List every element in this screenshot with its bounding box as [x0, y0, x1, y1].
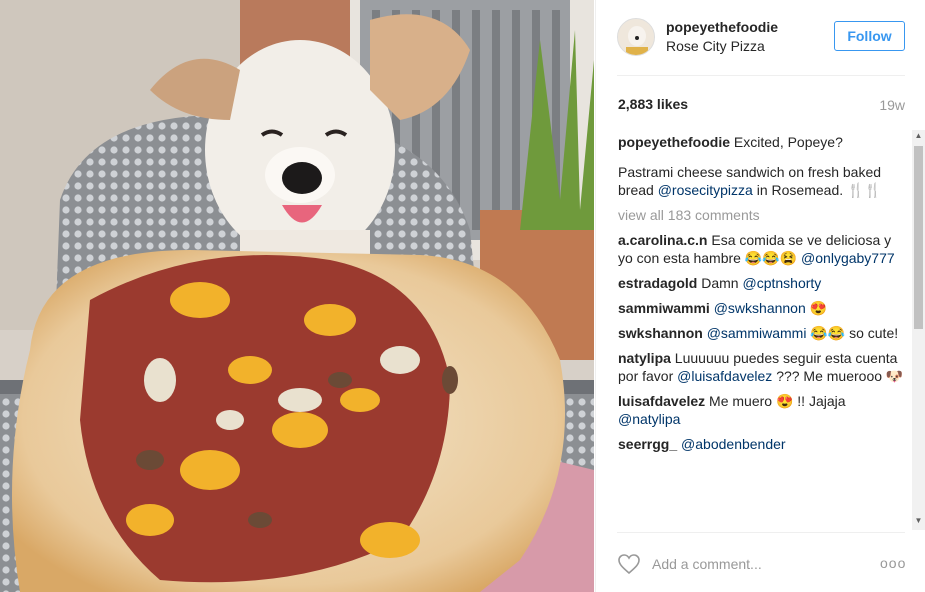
- comment-mention[interactable]: @onlygaby777: [801, 250, 895, 266]
- comment-mention[interactable]: @abodenbender: [681, 436, 786, 452]
- comment-mention[interactable]: @luisafdavelez: [677, 368, 772, 384]
- post-photo[interactable]: [0, 0, 594, 592]
- add-comment-bar: Add a comment... ooo: [617, 547, 907, 581]
- comment-username[interactable]: a.carolina.c.n: [618, 232, 707, 248]
- footer-divider: [617, 532, 905, 533]
- comment-username[interactable]: sammiwammi: [618, 300, 710, 316]
- scrollbar-thumb[interactable]: [914, 146, 923, 329]
- likes-count[interactable]: 2,883 likes: [618, 96, 688, 112]
- comment-username[interactable]: luisafdavelez: [618, 393, 705, 409]
- comment-username[interactable]: swkshannon: [618, 325, 703, 341]
- post-location[interactable]: Rose City Pizza: [666, 38, 765, 54]
- caption: popeyethefoodie Excited, Popeye?: [618, 133, 906, 151]
- comment-text: Me muero 😍 !! Jajaja: [709, 393, 846, 409]
- comment-tail: ??? Me muerooo 🐶: [776, 368, 904, 384]
- add-comment-input[interactable]: Add a comment...: [652, 556, 762, 572]
- comment: sammiwammi @swkshannon 😍: [618, 299, 906, 317]
- comment-mention[interactable]: @sammiwammi: [707, 325, 807, 341]
- comment-text: Damn: [701, 275, 739, 291]
- comment-mention[interactable]: @cptnshorty: [743, 275, 822, 291]
- comment-username[interactable]: seerrgg_: [618, 436, 677, 452]
- comment-username[interactable]: estradagold: [618, 275, 697, 291]
- avatar-image: [618, 19, 654, 55]
- comments-list: popeyethefoodie Excited, Popeye? Pastram…: [618, 133, 906, 530]
- instagram-post: popeyethefoodie Rose City Pizza Follow 2…: [0, 0, 925, 592]
- caption-username[interactable]: popeyethefoodie: [618, 134, 730, 150]
- caption-text: Excited, Popeye?: [733, 134, 843, 150]
- post-header: popeyethefoodie Rose City Pizza Follow: [617, 16, 905, 58]
- comment-tail: 😂😂 so cute!: [810, 325, 899, 341]
- more-options-icon[interactable]: ooo: [880, 555, 906, 571]
- comment-username[interactable]: natylipa: [618, 350, 671, 366]
- scroll-up-arrow-icon[interactable]: ▲: [914, 131, 923, 140]
- comment: natylipa Luuuuuu puedes seguir esta cuen…: [618, 349, 906, 385]
- avatar[interactable]: [617, 18, 655, 56]
- scroll-down-arrow-icon[interactable]: ▼: [914, 516, 923, 525]
- comment-mention[interactable]: @swkshannon 😍: [714, 300, 827, 316]
- view-all-comments-link[interactable]: view all 183 comments: [618, 206, 906, 224]
- comment: estradagold Damn @cptnshorty: [618, 274, 906, 292]
- comment: seerrgg_ @abodenbender: [618, 435, 906, 453]
- post-username[interactable]: popeyethefoodie: [666, 19, 778, 35]
- caption-body: Pastrami cheese sandwich on fresh baked …: [618, 163, 906, 199]
- dog-and-sandwich-image: [0, 0, 594, 592]
- comment-mention[interactable]: @natylipa: [618, 411, 680, 427]
- header-divider: [617, 75, 905, 76]
- caption-mention[interactable]: @rosecitypizza: [658, 182, 753, 198]
- comment: swkshannon @sammiwammi 😂😂 so cute!: [618, 324, 906, 342]
- comment: a.carolina.c.n Esa comida se ve delicios…: [618, 231, 906, 267]
- comment: luisafdavelez Me muero 😍 !! Jajaja @naty…: [618, 392, 906, 428]
- heart-icon[interactable]: [617, 553, 641, 580]
- post-time[interactable]: 19w: [879, 97, 905, 113]
- follow-button[interactable]: Follow: [834, 21, 905, 51]
- caption-body-tail: in Rosemead. 🍴🍴: [756, 182, 882, 198]
